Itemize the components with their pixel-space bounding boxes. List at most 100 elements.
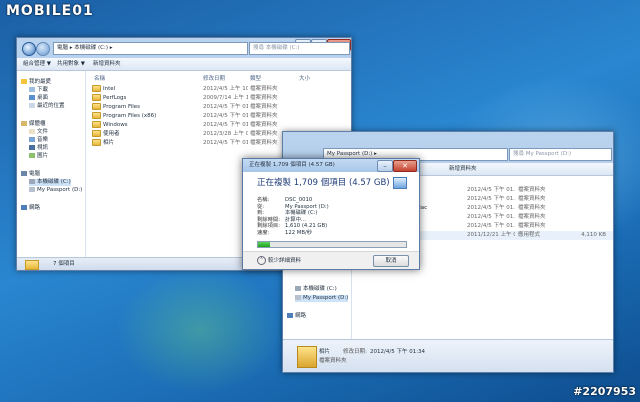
less-details-toggle[interactable]: ⌃ 較少詳細資料 [257,256,301,266]
search-input-d[interactable]: 搜尋 My Passport (D:) [509,148,612,161]
file-name-cell: Program Files (x86) [92,112,197,121]
nav-network[interactable]: 網路 [21,205,40,212]
column-type[interactable]: 類型 [250,74,261,82]
nav-recent[interactable]: 最近的位置 [29,103,65,110]
table-row[interactable]: Windows 2012/4/5 下午 01...檔案資料夾 [86,121,351,130]
video-icon [29,145,35,150]
new-folder-button[interactable]: 新增資料夾 [93,60,121,68]
file-date-cell: 2012/4/5 下午 01... [203,104,248,110]
breadcrumb-drive-c[interactable]: 本機磁碟 (C:) [74,45,108,51]
folder-icon [92,139,101,146]
forward-icon[interactable] [36,42,50,56]
file-name-cell: 相片 [92,139,197,148]
close-button[interactable]: ✕ [393,160,417,172]
nav-drive-c[interactable]: 本機磁碟 (C:) [29,179,71,186]
external-drive-icon [29,187,35,192]
folder-large-icon [297,346,317,368]
file-date-cell: 2012/3/28 上午 0... [203,131,248,137]
file-date-cell: 2012/4/5 下午 01... [467,223,515,229]
recent-places-icon [29,103,35,108]
dialog-footer: ⌃ 較少詳細資料 取消 [243,251,419,269]
file-type-cell: 檔案資料夾 [518,187,546,193]
folder-icon [92,130,101,137]
breadcrumb-computer[interactable]: 電腦 [57,45,68,51]
folder-icon [92,121,101,128]
share-with-button[interactable]: 共用對象 ▼ [57,60,85,68]
file-type-cell: 檔案資料夾 [250,86,278,92]
detail-value: 本機磁碟 (C:) [285,210,318,216]
copy-animation-icon [393,177,407,189]
file-type-cell: 檔案資料夾 [250,122,278,128]
file-date-cell: 2012/4/5 下午 01... [203,140,248,146]
documents-icon [29,129,35,134]
copy-progress-dialog: 正在複製 1,709 個項目 (4.57 GB) – ✕ 正在複製 1,709 … [242,158,420,270]
command-bar: 組合管理 ▼ 共用對象 ▼ 新增資料夾 [17,58,351,71]
nav-downloads[interactable]: 下載 [29,87,48,94]
external-drive-icon [295,295,301,300]
nav-favorites[interactable]: 我的最愛 [21,79,51,86]
nav-drive-d-d[interactable]: My Passport (D:) [295,295,349,302]
hard-drive-icon [295,286,301,291]
star-icon [21,79,27,84]
column-name[interactable]: 名稱 [94,74,105,82]
file-type-cell: 檔案資料夾 [250,95,278,101]
table-row[interactable]: PerfLogs 2009/7/14 上午 1...檔案資料夾 [86,94,351,103]
nav-music[interactable]: 音樂 [29,137,48,144]
details-date-label: 修改日期: [343,349,367,355]
table-row[interactable]: Intel 2012/4/5 上午 10...檔案資料夾 [86,85,351,94]
minimize-button[interactable]: – [377,160,393,172]
file-type-cell: 應用程式 [518,232,541,238]
organize-button[interactable]: 組合管理 ▼ [23,60,51,68]
table-row[interactable]: Program Files (x86) 2012/4/5 下午 01...檔案資料… [86,112,351,121]
file-date-cell: 2012/4/5 下午 01... [467,196,515,202]
navigation-pane: 我的最愛 下載 桌面 最近的位置 媒體櫃 文件 音樂 視訊 圖片 電腦 本機磁碟… [17,71,86,258]
folder-icon [92,112,101,119]
detail-label: 速度: [257,229,270,236]
file-name-cell: Intel [92,85,197,94]
nav-computer[interactable]: 電腦 [21,171,40,178]
detail-value: 122 MB/秒 [285,229,313,236]
file-date-cell: 2012/4/5 下午 01... [467,214,515,220]
item-count: 7 個項目 [53,261,75,267]
file-name-cell: Mac [416,205,428,211]
nav-videos[interactable]: 視訊 [29,145,48,152]
navigation-bar: 電腦 ▸ 本機磁碟 (C:) ▸ 搜尋 本機磁碟 (C:) [17,38,351,58]
back-icon[interactable] [22,42,36,56]
file-name-cell: 使用者 [92,130,197,139]
nav-drive-c-d[interactable]: 本機磁碟 (C:) [295,286,337,293]
address-bar[interactable]: 電腦 ▸ 本機磁碟 (C:) ▸ [53,42,248,55]
table-row[interactable]: Program Files 2012/4/5 下午 01...檔案資料夾 [86,103,351,112]
column-date[interactable]: 修改日期 [203,74,225,82]
file-type-cell: 檔案資料夾 [250,113,278,119]
pictures-icon [29,153,35,158]
file-type-cell: 檔案資料夾 [518,205,546,211]
nav-network-d[interactable]: 網路 [287,313,306,320]
new-folder-button-d[interactable]: 新增資料夾 [449,165,477,173]
detail-value: DSC_0010 [285,197,313,203]
copy-progress-bar [257,241,407,248]
progress-fill [258,242,270,247]
detail-value: My Passport (D:) [285,203,329,210]
detail-value: 1,610 (4.21 GB) [285,223,328,229]
nav-libraries[interactable]: 媒體櫃 [21,121,46,128]
file-date-cell: 2011/12/21 上午 0... [467,232,515,238]
file-type-cell: 檔案資料夾 [518,196,546,202]
file-date-cell: 2012/4/5 下午 01... [467,205,515,211]
file-type-cell: 檔案資料夾 [518,223,546,229]
file-type-cell: 檔案資料夾 [518,214,546,220]
breadcrumb-drive-d[interactable]: My Passport (D:) [327,151,372,157]
nav-drive-d[interactable]: My Passport (D:) [29,187,82,194]
nav-desktop[interactable]: 桌面 [29,95,48,102]
desktop-icon [29,95,35,100]
details-type: 檔案資料夾 [319,358,347,364]
nav-pictures[interactable]: 圖片 [29,153,48,160]
file-date-cell: 2009/7/14 上午 1... [203,95,248,101]
column-size[interactable]: 大小 [299,74,310,82]
file-name-cell: PerfLogs [92,94,197,103]
search-input[interactable]: 搜尋 本機磁碟 (C:) [249,42,350,55]
hard-drive-icon [29,179,35,184]
library-icon [21,121,27,126]
detail-value: 計算中... [285,216,306,223]
cancel-button[interactable]: 取消 [373,255,409,267]
nav-documents[interactable]: 文件 [29,129,48,136]
